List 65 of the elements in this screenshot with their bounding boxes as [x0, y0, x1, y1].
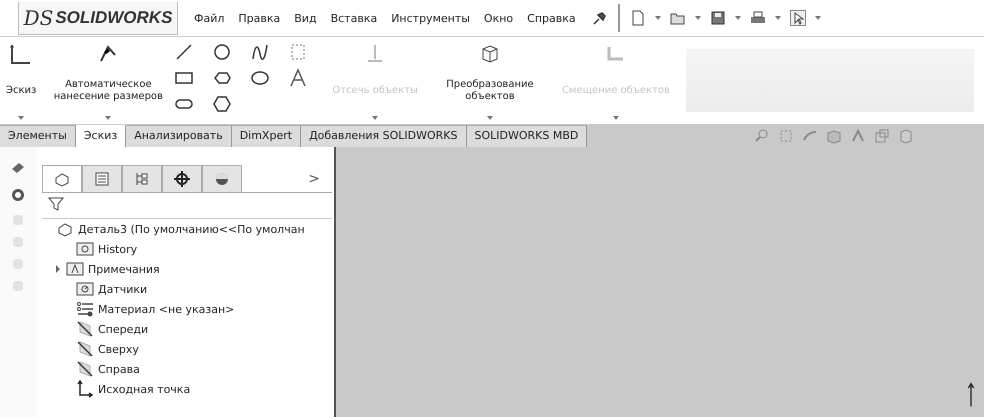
caret-icon[interactable] [18, 116, 24, 120]
material-icon [76, 300, 94, 318]
menu-item[interactable]: Файл [194, 12, 224, 24]
caret-icon[interactable] [654, 16, 661, 20]
pointer-icon[interactable] [790, 10, 806, 26]
plane-icon [76, 320, 94, 338]
filter-icon[interactable] [48, 196, 64, 212]
ribbon-button[interactable]: Автоматическое нанесение размеров [48, 78, 168, 102]
caret-icon[interactable] [774, 16, 781, 20]
tab[interactable]: Эскиз [76, 125, 126, 147]
caret-icon[interactable] [694, 16, 701, 20]
caret-icon[interactable] [734, 16, 741, 20]
caret-icon[interactable] [486, 116, 493, 120]
list-icon [93, 170, 111, 188]
tree-item[interactable]: Сверху [98, 342, 139, 356]
tree-item[interactable]: Исходная точка [98, 382, 190, 396]
menu-item[interactable]: Вставка [330, 12, 378, 24]
ribbon-button[interactable]: Эскиз [6, 84, 36, 96]
sphere-icon [213, 170, 231, 188]
save-icon[interactable] [710, 10, 726, 26]
line-icon[interactable] [174, 42, 194, 62]
caret-icon[interactable] [612, 116, 619, 120]
caret-icon[interactable] [372, 116, 378, 120]
tab[interactable]: Анализировать [126, 125, 232, 147]
tree-item[interactable]: Спереди [98, 322, 148, 336]
tab[interactable]: SOLIDWORKS MBD [466, 125, 588, 147]
caret-icon[interactable] [105, 116, 112, 120]
caret-icon[interactable] [814, 16, 821, 20]
rotate-icon[interactable] [10, 187, 26, 203]
origin-icon [76, 380, 94, 398]
panel-tab[interactable] [122, 165, 162, 192]
menu-item[interactable]: Инструменты [391, 12, 470, 24]
crosshair-icon [173, 170, 191, 188]
circle-icon[interactable] [212, 42, 232, 62]
tree-item[interactable]: History [98, 242, 138, 256]
panel-tab[interactable] [42, 165, 82, 192]
pin-icon[interactable] [592, 10, 608, 26]
menu-item[interactable]: Правка [238, 12, 280, 24]
plane-icon [76, 340, 94, 358]
sensors-folder-icon [76, 280, 94, 298]
hexagon-icon[interactable] [212, 94, 232, 114]
tab[interactable]: Добавления SOLIDWORKS [301, 125, 467, 147]
printer-icon[interactable] [750, 10, 766, 26]
tab[interactable]: Элементы [0, 125, 76, 147]
plane-icon [76, 360, 94, 378]
new-document-icon[interactable] [630, 10, 646, 26]
tree-item[interactable]: Деталь3 (По умолчанию<<По умолчан [78, 222, 305, 236]
menu-item[interactable]: Справка [527, 12, 576, 24]
tree-item[interactable]: Примечания [88, 262, 160, 276]
ribbon-button[interactable]: Преобразование объектов [430, 78, 550, 102]
tab[interactable]: DimXpert [232, 125, 302, 147]
scroll-arrow[interactable]: > [308, 170, 320, 186]
history-folder-icon [76, 240, 94, 258]
app-logo: DSSOLIDWORKS [18, 2, 178, 34]
tree-item[interactable]: Материал <не указан> [98, 302, 234, 316]
panel-tab[interactable] [82, 165, 122, 192]
panel-tab[interactable] [162, 165, 202, 192]
text-icon[interactable] [288, 68, 308, 88]
menu-item[interactable]: Окно [484, 12, 514, 24]
tree-item[interactable]: Датчики [98, 282, 148, 296]
panel-tab[interactable] [202, 165, 242, 192]
menu-item[interactable]: Вид [294, 12, 317, 24]
expand-arrow-icon[interactable] [56, 265, 60, 273]
tree-item[interactable]: Справа [98, 362, 140, 376]
annotations-folder-icon [66, 260, 84, 278]
